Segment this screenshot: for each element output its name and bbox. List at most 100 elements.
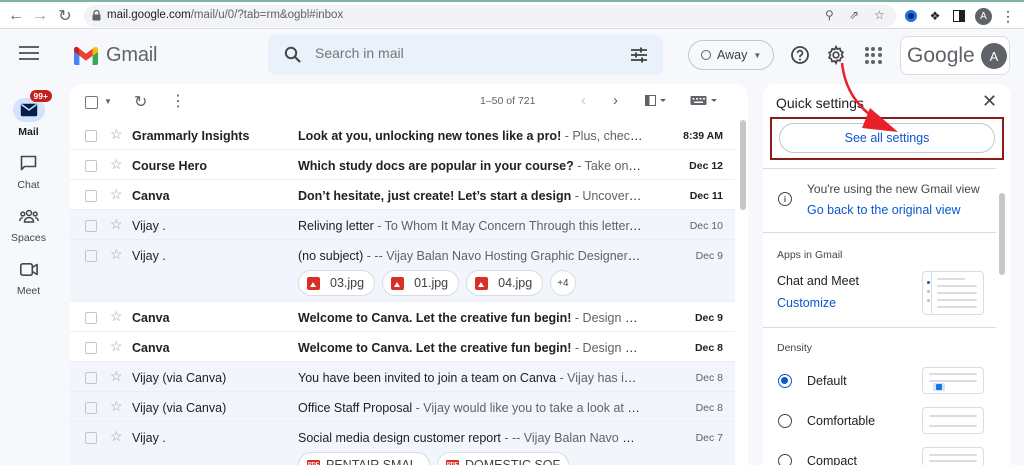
select-caret-icon[interactable]: ▼ xyxy=(104,97,112,106)
row-checkbox[interactable] xyxy=(85,220,97,232)
email-row[interactable]: ☆ Vijay (via Canva) Office Staff Proposal … xyxy=(70,392,735,422)
more-options-icon[interactable]: ⋮ xyxy=(170,91,186,111)
attachment-chip[interactable]: PDF DOMESTIC SOF... xyxy=(437,452,569,465)
email-row[interactable]: ☆ Canva Welcome to Canva. Let the creative… xyxy=(70,302,735,332)
email-row[interactable]: ☆ Vijay . Social media design customer rep… xyxy=(70,422,735,465)
row-checkbox[interactable] xyxy=(85,432,97,444)
main-menu-icon[interactable] xyxy=(19,44,39,62)
go-back-original-view-link[interactable]: Go back to the original view xyxy=(807,203,961,217)
share-icon[interactable]: ⇗ xyxy=(849,8,859,22)
row-checkbox[interactable] xyxy=(85,160,97,172)
more-attachments-chip[interactable]: +4 xyxy=(550,270,576,296)
email-row[interactable]: ☆ Grammarly Insights Look at you, unlockin… xyxy=(70,120,735,150)
account-avatar[interactable]: A xyxy=(981,43,1007,69)
email-row[interactable]: ☆ Vijay . (no subject) - -- Vijay Balan Na… xyxy=(70,240,735,302)
customize-link[interactable]: Customize xyxy=(777,296,836,310)
email-date: Dec 11 xyxy=(689,190,723,202)
back-arrow-icon[interactable]: ← xyxy=(6,6,26,26)
search-bar[interactable] xyxy=(268,35,663,75)
google-apps-icon[interactable] xyxy=(862,44,884,66)
row-checkbox[interactable] xyxy=(85,130,97,142)
attachment-chip[interactable]: 03.jpg xyxy=(298,270,376,296)
attachment-chip[interactable]: 01.jpg xyxy=(382,270,460,296)
star-icon[interactable]: ☆ xyxy=(110,338,123,355)
browser-profile-avatar[interactable]: A xyxy=(975,8,992,25)
reload-icon[interactable]: ↻ xyxy=(55,6,75,26)
chat-icon xyxy=(13,151,45,175)
star-icon[interactable]: ☆ xyxy=(110,156,123,173)
star-icon[interactable]: ☆ xyxy=(110,398,123,415)
star-icon[interactable]: ☆ xyxy=(110,246,123,263)
email-sender: Vijay . xyxy=(132,431,166,445)
forward-arrow-icon[interactable]: → xyxy=(30,6,50,26)
email-snippet: - Vijay has invited ... xyxy=(559,371,643,385)
see-all-settings-button[interactable]: See all settings xyxy=(779,123,995,153)
attachment-chip[interactable]: 04.jpg xyxy=(466,270,544,296)
rail-item-mail[interactable]: 99+ Mail xyxy=(0,90,57,138)
address-bar[interactable]: mail.google.com/mail/u/0/?tab=rm&ogbl#in… xyxy=(84,5,896,27)
attachment-chip[interactable]: PDF PENTAIR SMAL... xyxy=(298,452,430,465)
email-date: Dec 9 xyxy=(695,250,723,262)
attachment-name: 03.jpg xyxy=(330,276,365,290)
extension-circle-icon[interactable] xyxy=(903,8,919,24)
density-default-label[interactable]: Default xyxy=(807,374,847,388)
rail-item-meet[interactable]: Meet xyxy=(0,257,57,297)
side-panel-icon[interactable] xyxy=(951,8,967,24)
extensions-puzzle-icon[interactable]: ❖ xyxy=(927,8,943,24)
url-host: mail.google.com xyxy=(107,9,191,21)
zoom-icon[interactable]: ⚲ xyxy=(825,8,834,22)
email-snippet: - To Whom It May Concern Through this le… xyxy=(373,219,643,233)
email-row[interactable]: ☆ Vijay (via Canva) You have been invited … xyxy=(70,362,735,392)
density-compact-radio[interactable] xyxy=(778,454,792,465)
email-subject-line: Which study docs are popular in your cou… xyxy=(298,159,643,173)
gmail-logo[interactable]: Gmail xyxy=(74,44,157,67)
newer-page-icon[interactable]: ‹ xyxy=(581,92,586,109)
settings-gear-icon[interactable] xyxy=(825,44,847,66)
browser-menu-icon[interactable]: ⋮ xyxy=(1000,8,1016,24)
help-icon[interactable] xyxy=(789,44,811,66)
search-icon[interactable] xyxy=(284,46,302,64)
row-checkbox[interactable] xyxy=(85,342,97,354)
rail-item-chat[interactable]: Chat xyxy=(0,151,57,191)
email-row[interactable]: ☆ Course Hero Which study docs are popular… xyxy=(70,150,735,180)
row-checkbox[interactable] xyxy=(85,402,97,414)
email-row[interactable]: ☆ Canva Welcome to Canva. Let the creative… xyxy=(70,332,735,362)
bookmark-star-icon[interactable]: ☆ xyxy=(874,8,885,22)
star-icon[interactable]: ☆ xyxy=(110,216,123,233)
email-subject: Welcome to Canva. Let the creative fun b… xyxy=(298,311,572,325)
row-checkbox[interactable] xyxy=(85,372,97,384)
density-section-title: Density xyxy=(777,342,813,354)
email-subject: Social media design customer report xyxy=(298,431,501,445)
density-default-radio[interactable] xyxy=(778,374,792,388)
email-sender: Canva xyxy=(132,311,170,325)
input-tools-icon[interactable] xyxy=(690,95,718,109)
email-snippet: - Uncover yo... xyxy=(574,189,643,203)
star-icon[interactable]: ☆ xyxy=(110,126,123,143)
row-checkbox[interactable] xyxy=(85,250,97,262)
split-pane-icon[interactable] xyxy=(645,95,667,109)
list-scrollbar[interactable] xyxy=(740,120,746,210)
divider xyxy=(763,168,996,169)
density-comfortable-radio[interactable] xyxy=(778,414,792,428)
select-all-checkbox[interactable] xyxy=(85,96,98,112)
google-account-button[interactable]: Google A xyxy=(900,36,1010,75)
image-file-icon xyxy=(391,276,405,290)
star-icon[interactable]: ☆ xyxy=(110,308,123,325)
refresh-icon[interactable]: ↻ xyxy=(134,92,147,112)
density-comfortable-label[interactable]: Comfortable xyxy=(807,414,875,428)
status-dropdown[interactable]: Away ▼ xyxy=(688,40,774,70)
close-icon[interactable]: ✕ xyxy=(982,91,997,112)
star-icon[interactable]: ☆ xyxy=(110,186,123,203)
rail-item-spaces[interactable]: Spaces xyxy=(0,204,57,244)
star-icon[interactable]: ☆ xyxy=(110,428,123,445)
density-compact-label[interactable]: Compact xyxy=(807,454,857,465)
older-page-icon[interactable]: › xyxy=(613,92,618,109)
row-checkbox[interactable] xyxy=(85,312,97,324)
search-options-icon[interactable] xyxy=(630,46,648,64)
email-row[interactable]: ☆ Vijay . Reliving letter - To Whom It May… xyxy=(70,210,735,240)
email-row[interactable]: ☆ Canva Don’t hesitate, just create! Let’s… xyxy=(70,180,735,210)
row-checkbox[interactable] xyxy=(85,190,97,202)
star-icon[interactable]: ☆ xyxy=(110,368,123,385)
search-input[interactable] xyxy=(315,45,605,61)
quick-settings-scrollbar[interactable] xyxy=(999,193,1005,275)
